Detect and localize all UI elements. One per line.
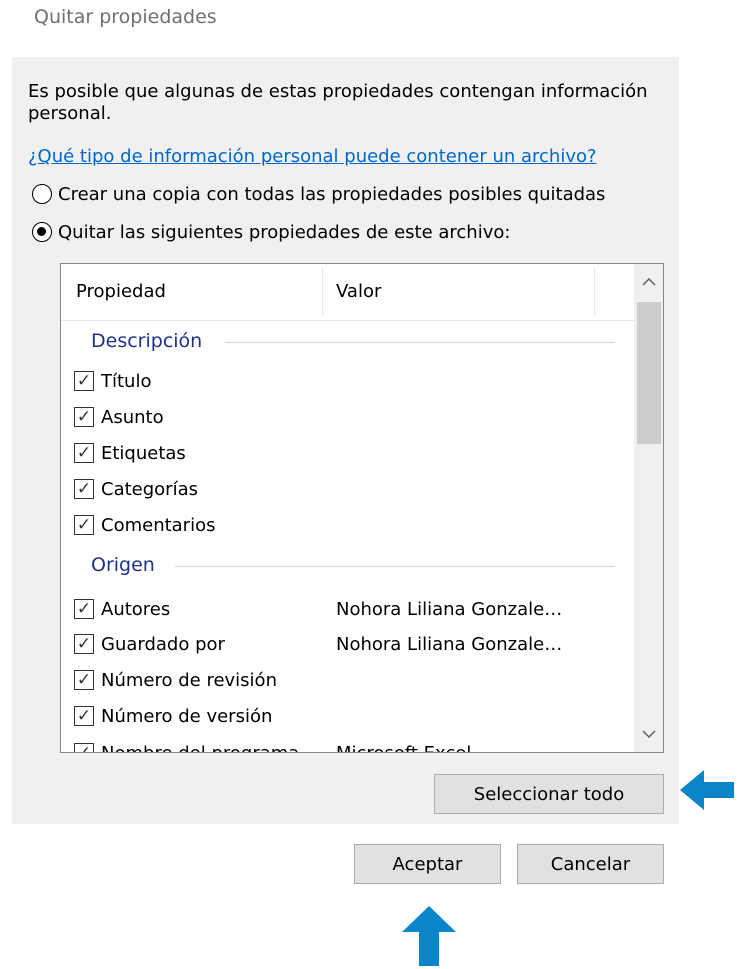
list-item[interactable]: ✓ Autores Nohora Liliana Gonzale… bbox=[74, 594, 562, 624]
radio-copy[interactable] bbox=[32, 184, 52, 204]
item-value: Microsoft Excel bbox=[336, 742, 472, 753]
item-label: Comentarios bbox=[101, 514, 216, 536]
dialog-title: Quitar propiedades bbox=[34, 6, 217, 28]
vertical-scrollbar[interactable] bbox=[634, 264, 663, 752]
list-item[interactable]: ✓ Número de versión bbox=[74, 701, 272, 731]
intro-text: Es posible que algunas de estas propieda… bbox=[28, 81, 648, 124]
arrow-left-icon bbox=[680, 770, 734, 810]
scroll-up-icon[interactable] bbox=[634, 264, 663, 300]
list-item[interactable]: ✓ Comentarios bbox=[74, 510, 215, 540]
item-label: Nombre del programa bbox=[101, 742, 300, 753]
list-header: Propiedad Valor bbox=[61, 264, 634, 321]
checkbox[interactable]: ✓ bbox=[74, 670, 94, 690]
item-label: Categorías bbox=[101, 478, 198, 500]
help-link[interactable]: ¿Qué tipo de información personal puede … bbox=[28, 146, 597, 167]
group-divider bbox=[225, 342, 615, 343]
scroll-down-icon[interactable] bbox=[634, 716, 663, 752]
accept-button[interactable]: Aceptar bbox=[354, 844, 501, 884]
column-divider[interactable] bbox=[322, 267, 323, 315]
group-header-origen: Origen bbox=[91, 550, 615, 580]
list-item[interactable]: ✓ Guardado por Nohora Liliana Gonzale… bbox=[74, 629, 562, 659]
arrow-up-icon bbox=[402, 906, 456, 966]
column-divider[interactable] bbox=[594, 267, 595, 315]
radio-copy-option[interactable]: Crear una copia con todas las propiedade… bbox=[32, 181, 605, 207]
item-label: Número de revisión bbox=[101, 669, 277, 691]
list-item[interactable]: ✓ Nombre del programa Microsoft Excel bbox=[74, 738, 471, 753]
radio-remove-label: Quitar las siguientes propiedades de est… bbox=[58, 221, 511, 243]
item-value: Nohora Liliana Gonzale… bbox=[336, 598, 563, 620]
cancel-button[interactable]: Cancelar bbox=[517, 844, 664, 884]
item-value: Nohora Liliana Gonzale… bbox=[336, 633, 563, 655]
checkbox[interactable]: ✓ bbox=[74, 371, 94, 391]
checkbox[interactable]: ✓ bbox=[74, 407, 94, 427]
radio-copy-label: Crear una copia con todas las propiedade… bbox=[58, 183, 606, 205]
list-item[interactable]: ✓ Etiquetas bbox=[74, 438, 186, 468]
checkbox[interactable]: ✓ bbox=[74, 599, 94, 619]
checkbox[interactable]: ✓ bbox=[74, 443, 94, 463]
group-divider bbox=[175, 566, 615, 567]
checkbox[interactable]: ✓ bbox=[74, 743, 94, 752]
group-header-descripcion: Descripción bbox=[91, 326, 615, 356]
column-header-property[interactable]: Propiedad bbox=[76, 264, 322, 320]
scrollbar-thumb[interactable] bbox=[637, 302, 661, 444]
checkbox[interactable]: ✓ bbox=[74, 634, 94, 654]
item-label: Autores bbox=[101, 598, 171, 620]
radio-remove[interactable] bbox=[32, 222, 52, 242]
item-label: Título bbox=[101, 370, 152, 392]
checkbox[interactable]: ✓ bbox=[74, 515, 94, 535]
item-label: Asunto bbox=[101, 406, 164, 428]
group-label: Descripción bbox=[91, 330, 203, 352]
list-item[interactable]: ✓ Categorías bbox=[74, 474, 198, 504]
list-item[interactable]: ✓ Título bbox=[74, 366, 151, 396]
select-all-button[interactable]: Seleccionar todo bbox=[434, 774, 664, 814]
checkbox[interactable]: ✓ bbox=[74, 706, 94, 726]
group-label: Origen bbox=[91, 554, 155, 576]
item-label: Número de versión bbox=[101, 705, 273, 727]
item-label: Etiquetas bbox=[101, 442, 186, 464]
radio-remove-option[interactable]: Quitar las siguientes propiedades de est… bbox=[32, 219, 510, 245]
list-item[interactable]: ✓ Asunto bbox=[74, 402, 164, 432]
properties-list[interactable]: Propiedad Valor Descripción ✓ Título ✓ A… bbox=[60, 263, 664, 753]
checkbox[interactable]: ✓ bbox=[74, 479, 94, 499]
column-header-value[interactable]: Valor bbox=[336, 264, 592, 320]
list-item[interactable]: ✓ Número de revisión bbox=[74, 665, 277, 695]
item-label: Guardado por bbox=[101, 633, 225, 655]
